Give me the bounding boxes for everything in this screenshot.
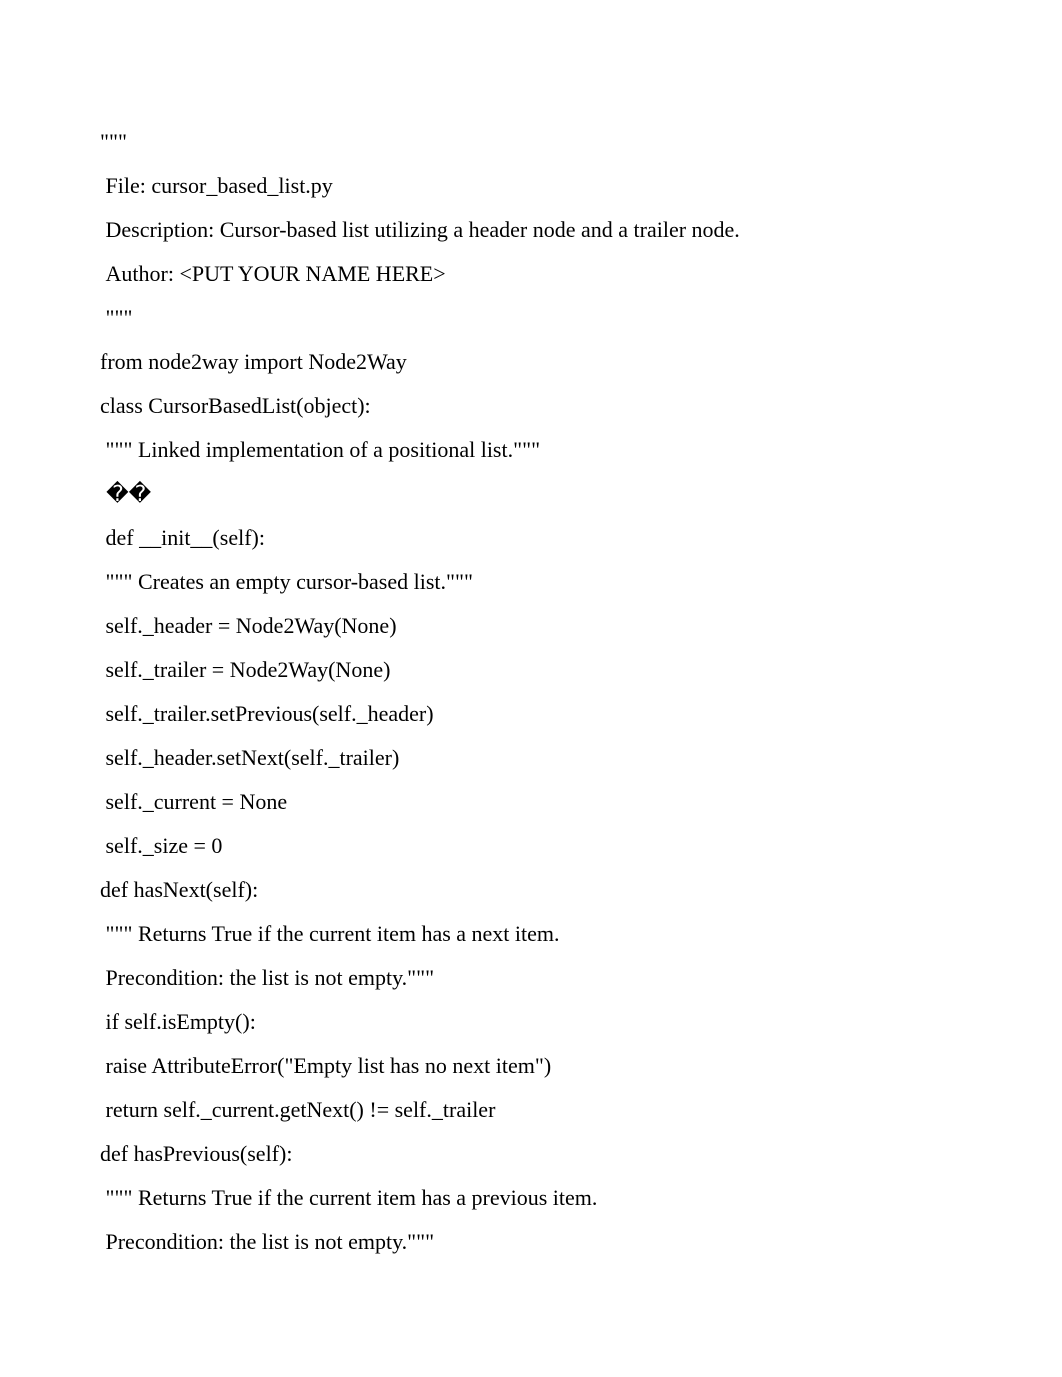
code-line: """ Creates an empty cursor-based list."… — [100, 560, 962, 604]
code-line: raise AttributeError("Empty list has no … — [100, 1044, 962, 1088]
code-line: self._trailer = Node2Way(None) — [100, 648, 962, 692]
code-line: """ Returns True if the current item has… — [100, 912, 962, 956]
code-line: class CursorBasedList(object): — [100, 384, 962, 428]
code-line: Author: <PUT YOUR NAME HERE> — [100, 252, 962, 296]
code-line: self._size = 0 — [100, 824, 962, 868]
code-line: def hasPrevious(self): — [100, 1132, 962, 1176]
code-line: """ Returns True if the current item has… — [100, 1176, 962, 1220]
code-line: self._trailer.setPrevious(self._header) — [100, 692, 962, 736]
code-line: Precondition: the list is not empty.""" — [100, 956, 962, 1000]
code-line: """ — [100, 296, 962, 340]
code-line: from node2way import Node2Way — [100, 340, 962, 384]
code-line: def __init__(self): — [100, 516, 962, 560]
code-line: Precondition: the list is not empty.""" — [100, 1220, 962, 1264]
code-line-unknown-chars: �� — [100, 472, 962, 516]
code-line: self._header = Node2Way(None) — [100, 604, 962, 648]
code-line: return self._current.getNext() != self._… — [100, 1088, 962, 1132]
code-line: if self.isEmpty(): — [100, 1000, 962, 1044]
code-line: def hasNext(self): — [100, 868, 962, 912]
code-line: File: cursor_based_list.py — [100, 164, 962, 208]
code-line: """ Linked implementation of a positiona… — [100, 428, 962, 472]
code-line: self._header.setNext(self._trailer) — [100, 736, 962, 780]
code-line: """ — [100, 120, 962, 164]
code-line: Description: Cursor-based list utilizing… — [100, 208, 962, 252]
code-line: self._current = None — [100, 780, 962, 824]
